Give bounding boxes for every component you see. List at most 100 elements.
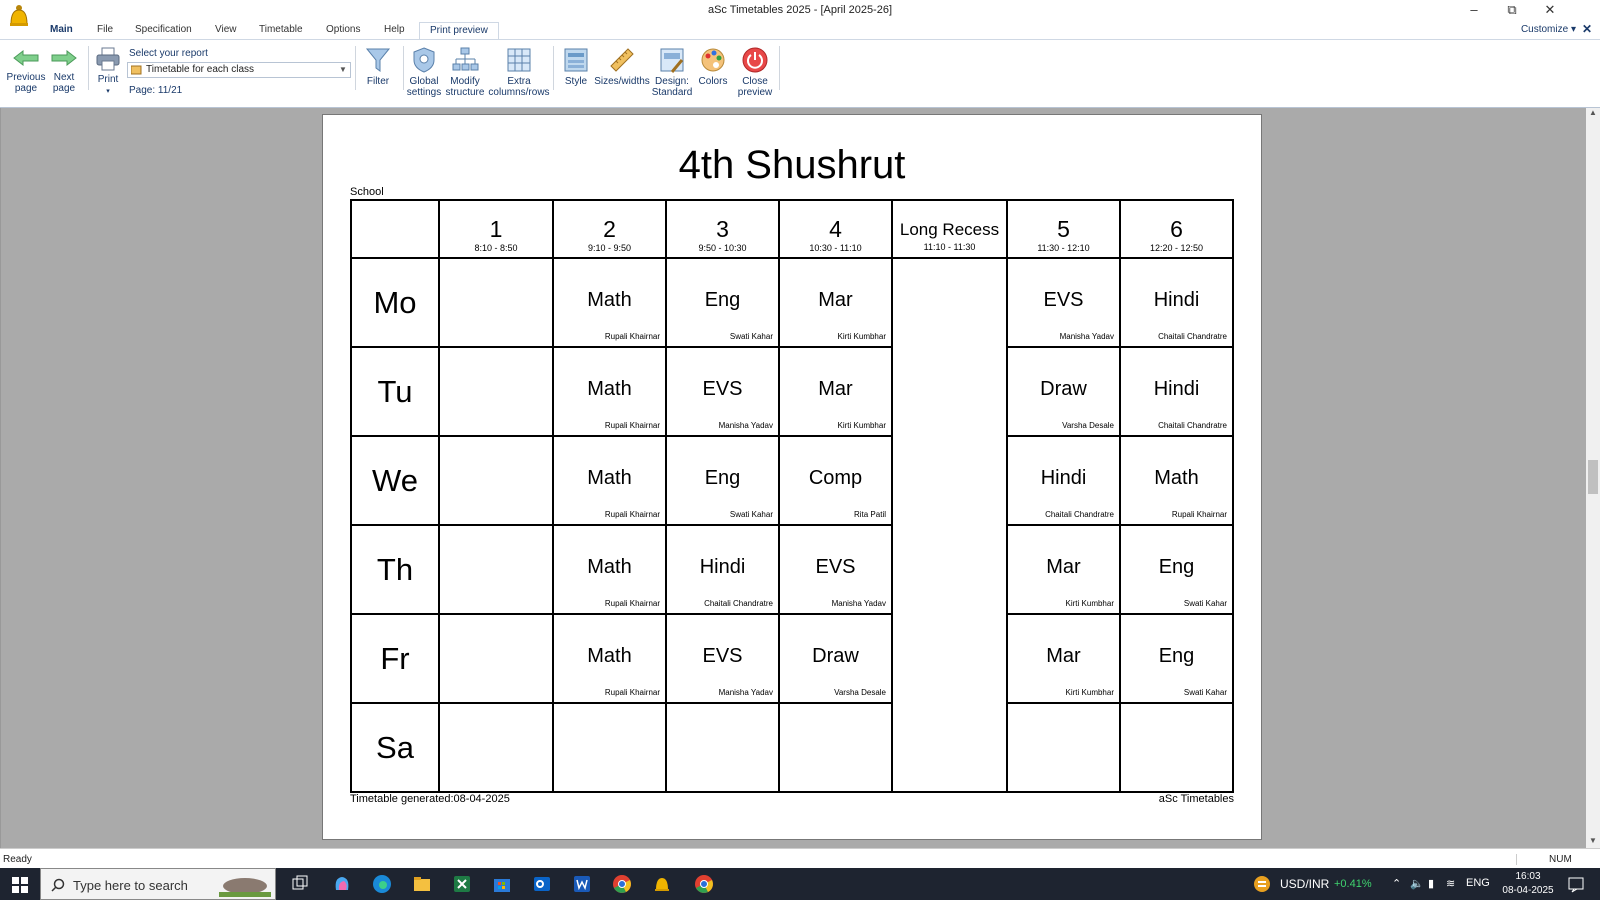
notification-icon[interactable] xyxy=(1566,874,1586,894)
day-label: Sa xyxy=(350,702,440,793)
day-row: Tu Math Rupali Khairnar EVS Manisha Yadav Mar… xyxy=(350,346,1234,437)
clock-time[interactable]: 16:03 xyxy=(1498,871,1558,882)
next-page-button[interactable]: Next page xyxy=(48,46,80,94)
tab-options[interactable]: Options xyxy=(326,24,360,35)
lesson-cell xyxy=(438,702,554,793)
global-settings-label-2: settings xyxy=(406,87,442,98)
sizes-widths-label: Sizes/widths xyxy=(594,76,650,87)
tab-view[interactable]: View xyxy=(215,24,237,35)
period-number: 3 xyxy=(716,216,729,242)
close-preview-button[interactable]: Close preview xyxy=(736,46,774,98)
subject-label: Hindi xyxy=(1153,378,1200,400)
clock-date[interactable]: 08-04-2025 xyxy=(1498,885,1558,896)
lesson-cell: Draw Varsha Desale xyxy=(1006,346,1121,437)
subject-label: Draw xyxy=(1040,378,1087,400)
chrome-icon[interactable] xyxy=(612,874,632,894)
modify-structure-label-2: structure xyxy=(445,87,485,98)
taskbar-search-input[interactable]: Type here to search xyxy=(40,868,276,900)
design-icon xyxy=(660,48,684,73)
asc-timetables-taskbar-icon[interactable] xyxy=(652,874,672,894)
teacher-label: Chaitali Chandratre xyxy=(1158,421,1227,430)
ribbon-separator xyxy=(355,46,356,90)
vertical-scrollbar[interactable]: ▲ ▼ xyxy=(1586,108,1600,848)
close-icon[interactable]: ✕ xyxy=(1582,22,1592,36)
ribbon-toolbar: Previous page Next page Print ▾ Select y… xyxy=(0,39,1600,108)
edge-browser-icon[interactable] xyxy=(372,874,392,894)
wifi-icon[interactable]: ≋ xyxy=(1446,877,1455,890)
report-select[interactable]: Timetable for each class ▼ xyxy=(127,62,351,78)
lesson-cell xyxy=(665,702,780,793)
subject-label: EVS xyxy=(702,645,743,667)
tab-main[interactable]: Main xyxy=(50,24,73,35)
search-placeholder: Type here to search xyxy=(73,878,188,893)
period-time: 9:50 - 10:30 xyxy=(698,243,747,253)
chrome-profile-icon[interactable] xyxy=(694,874,714,894)
period-number: Long Recess xyxy=(899,220,1000,239)
outlook-icon[interactable] xyxy=(532,874,552,894)
chevron-up-icon[interactable]: ⌃ xyxy=(1392,877,1401,890)
restore-button[interactable]: ⧉ xyxy=(1494,0,1530,20)
lesson-cell: Mar Kirti Kumbhar xyxy=(1006,613,1121,704)
period-number: 2 xyxy=(603,216,616,242)
file-explorer-icon[interactable] xyxy=(412,874,432,894)
windows-start-icon[interactable] xyxy=(12,877,28,893)
sizes-widths-button[interactable]: Sizes/widths xyxy=(594,46,650,87)
teacher-label: Kirti Kumbhar xyxy=(837,332,886,341)
filter-button[interactable]: Filter xyxy=(360,46,396,87)
ticker-label[interactable]: USD/INR xyxy=(1280,877,1329,891)
day-row: We Math Rupali Khairnar Eng Swati Kahar Comp R… xyxy=(350,435,1234,526)
subject-label: EVS xyxy=(815,556,856,578)
battery-icon[interactable]: ▮ xyxy=(1428,877,1434,890)
previous-page-button[interactable]: Previous page xyxy=(6,46,46,94)
word-icon[interactable] xyxy=(572,874,592,894)
close-window-button[interactable]: ✕ xyxy=(1532,0,1568,20)
tab-timetable[interactable]: Timetable xyxy=(259,24,303,35)
lesson-cell: Eng Swati Kahar xyxy=(1119,613,1234,704)
tab-print-preview[interactable]: Print preview xyxy=(419,22,499,40)
lesson-cell xyxy=(438,435,554,526)
lesson-cell: Math Rupali Khairnar xyxy=(552,613,667,704)
scroll-up-icon[interactable]: ▲ xyxy=(1586,108,1600,120)
currency-widget-icon[interactable] xyxy=(1252,874,1272,894)
design-standard-button[interactable]: Design: Standard xyxy=(650,46,694,98)
modify-structure-label-1: Modify xyxy=(450,76,480,87)
lesson-cell: Mar Kirti Kumbhar xyxy=(778,257,893,348)
colors-button[interactable]: Colors xyxy=(696,46,730,87)
modify-structure-button[interactable]: Modify structure xyxy=(444,46,486,98)
customize-label: Customize xyxy=(1520,24,1569,35)
structure-icon xyxy=(452,47,479,71)
lesson-cell xyxy=(552,702,667,793)
print-dropdown-icon[interactable]: ▾ xyxy=(106,88,110,95)
minimize-button[interactable]: – xyxy=(1456,0,1492,20)
subject-label: Hindi xyxy=(1153,289,1200,311)
tab-help[interactable]: Help xyxy=(384,24,405,35)
scroll-down-icon[interactable]: ▼ xyxy=(1586,836,1600,848)
subject-label: Mar xyxy=(1046,645,1081,667)
generator-credit: aSc Timetables xyxy=(1158,793,1234,805)
task-view-icon[interactable] xyxy=(290,874,310,894)
lesson-cell xyxy=(1006,702,1121,793)
teacher-label: Rita Patil xyxy=(853,510,886,519)
scroll-thumb[interactable] xyxy=(1588,460,1598,494)
excel-icon[interactable] xyxy=(452,874,472,894)
period-header: Long Recess 11:10 - 11:30 xyxy=(891,199,1008,259)
lesson-cell: Draw Varsha Desale xyxy=(778,613,893,704)
lesson-cell xyxy=(1119,702,1234,793)
style-button[interactable]: Style xyxy=(560,46,592,87)
language-indicator[interactable]: ENG xyxy=(1466,877,1490,889)
subject-label: Hindi xyxy=(699,556,746,578)
chevron-down-icon[interactable]: ▼ xyxy=(336,63,350,77)
extra-columns-rows-button[interactable]: Extra columns/rows xyxy=(488,46,550,98)
speaker-icon[interactable]: 🔈 xyxy=(1410,877,1424,890)
print-button[interactable]: Print ▾ xyxy=(92,46,124,97)
customize-button[interactable]: Customize ▾ xyxy=(1521,24,1576,35)
copilot-icon[interactable] xyxy=(332,874,352,894)
tab-specification[interactable]: Specification xyxy=(135,24,192,35)
design-label-2: Standard xyxy=(651,87,693,98)
tab-file[interactable]: File xyxy=(97,24,113,35)
microsoft-store-icon[interactable] xyxy=(492,874,512,894)
next-page-label-2: page xyxy=(52,83,76,94)
teacher-label: Rupali Khairnar xyxy=(604,332,660,341)
global-settings-button[interactable]: Global settings xyxy=(404,46,444,98)
teacher-label: Chaitali Chandratre xyxy=(704,599,773,608)
